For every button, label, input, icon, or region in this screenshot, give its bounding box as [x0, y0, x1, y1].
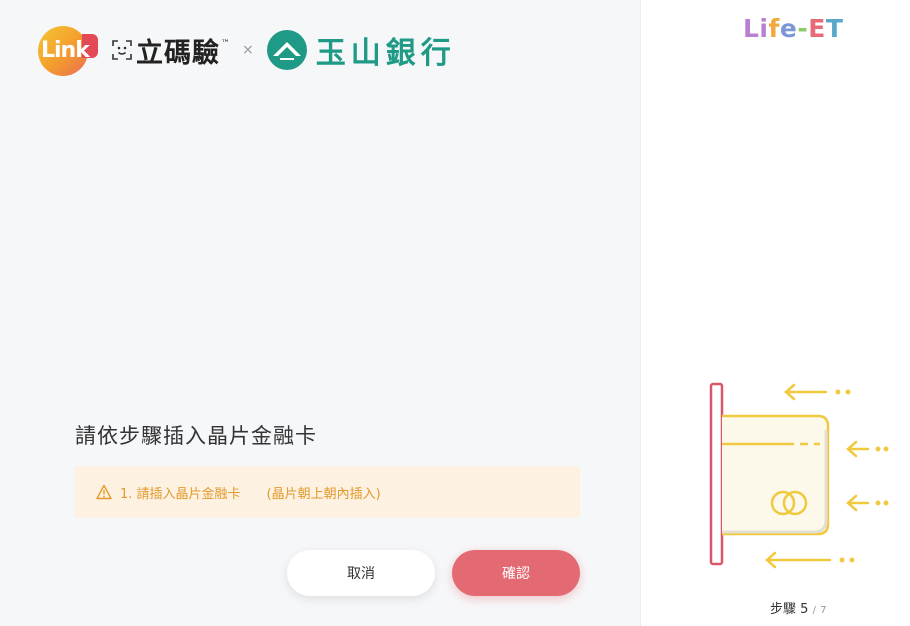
life-et-logo-part: e [779, 14, 798, 43]
left-panel [0, 0, 640, 626]
page-title: 請依步驟插入晶片金融卡 [75, 424, 317, 448]
brand-name: 立碼驗 [136, 37, 220, 69]
warning-triangle-icon [96, 484, 112, 500]
warning-note: (晶片朝上朝內插入) [266, 486, 381, 502]
times-symbol: × [242, 42, 254, 58]
link-logo-text: Link [41, 38, 90, 63]
link-logo: Link [38, 24, 102, 76]
life-et-logo-part: Li [743, 14, 769, 43]
mountain-logo-icon [266, 30, 307, 70]
chip-card-icon [709, 382, 889, 569]
trademark-mark: ™ [221, 39, 230, 49]
header-logos: Link 立碼驗 ™ × 玉山銀行 [38, 22, 456, 78]
step-indicator: 步驟 5 / 7 [770, 598, 826, 617]
life-et-logo-part: E [808, 14, 826, 43]
life-et-logo-part: f [768, 14, 780, 43]
step-separator: / [812, 605, 816, 616]
warning-step-text: 1. 請插入晶片金融卡 [120, 486, 241, 502]
life-et-logo-part: T [825, 14, 844, 43]
warning-box: 1. 請插入晶片金融卡 (晶片朝上朝內插入) [74, 466, 580, 518]
step-label: 步驟 [770, 602, 797, 617]
confirm-button[interactable]: 確認 [452, 550, 580, 596]
face-scan-icon [112, 40, 132, 60]
bank-name: 玉山銀行 [315, 36, 456, 71]
step-total: 7 [820, 605, 827, 616]
cancel-button[interactable]: 取消 [287, 550, 435, 596]
life-et-logo-part: - [797, 14, 809, 43]
life-et-logo: Life-ET [743, 14, 843, 43]
step-current: 5 [800, 602, 809, 617]
panel-divider [640, 0, 641, 626]
